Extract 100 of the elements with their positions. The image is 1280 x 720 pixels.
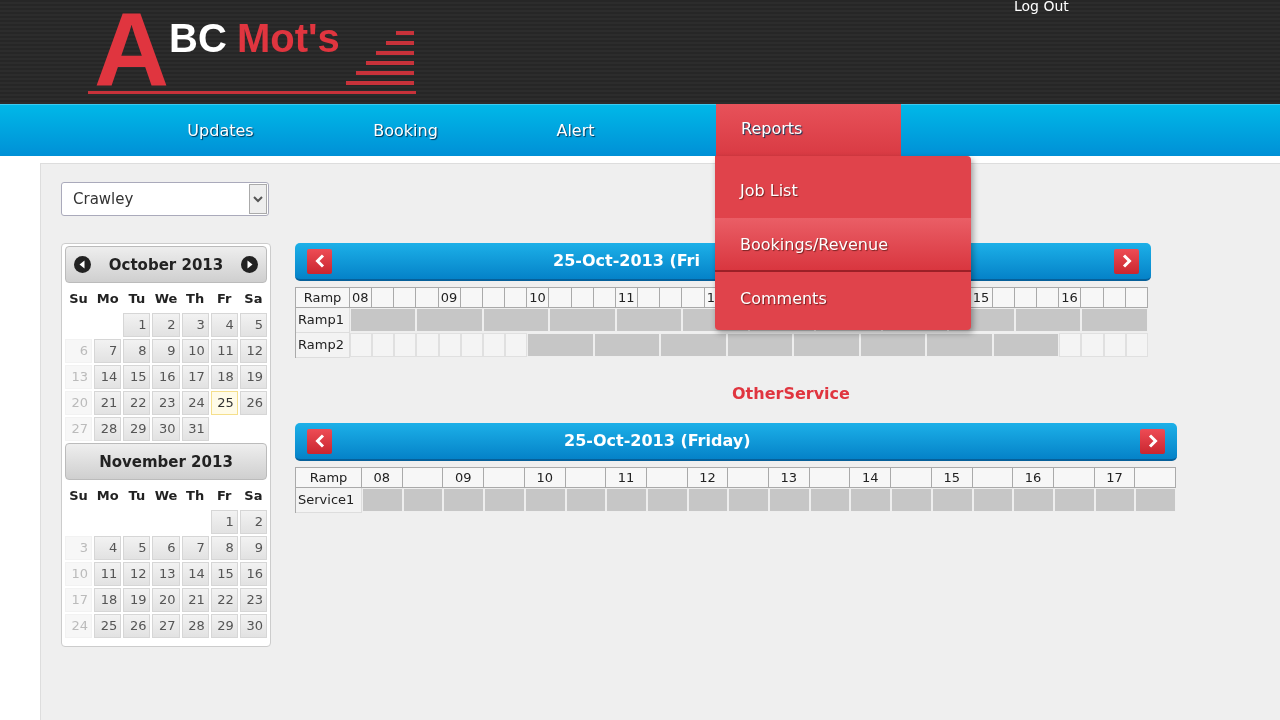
weekday-label: Th [185, 290, 206, 308]
section-heading: OtherService [732, 384, 850, 403]
calendar-day[interactable]: 4 [210, 313, 238, 337]
calendar-day[interactable]: 17 [181, 365, 209, 389]
row-header: Ramp1 [296, 308, 350, 333]
hour-header: 11 [606, 468, 647, 488]
calendar-day: 20 [65, 391, 93, 415]
calendar-day[interactable]: 29 [123, 417, 151, 441]
calendar-day[interactable]: 26 [123, 614, 151, 638]
calendar-day[interactable]: 19 [123, 588, 151, 612]
calendar-day[interactable]: 8 [210, 536, 238, 560]
calendar-day[interactable]: 14 [94, 365, 122, 389]
column-header: Ramp [296, 468, 362, 488]
hour-header: 10 [527, 288, 550, 308]
calendar-day[interactable]: 2 [239, 510, 267, 534]
weekday-label: Su [68, 290, 89, 308]
calendar-day[interactable]: 23 [152, 391, 180, 415]
calendar-day[interactable]: 29 [210, 614, 238, 638]
calendar-day[interactable]: 9 [239, 536, 267, 560]
hour-header: 08 [362, 468, 403, 488]
weekday-label: Mo [95, 290, 120, 308]
row-header: Service1 [296, 488, 362, 513]
calendar-day[interactable]: 22 [210, 588, 238, 612]
weekday-label: Su [68, 487, 89, 505]
calendar-day[interactable]: 25 [94, 614, 122, 638]
calendar-day[interactable]: 31 [181, 417, 209, 441]
month-title: October 2013 [108, 255, 224, 274]
calendar-day[interactable]: 1 [210, 510, 238, 534]
calendar-day[interactable]: 21 [94, 391, 122, 415]
calendar-day[interactable]: 16 [239, 562, 267, 586]
hour-header: 09 [438, 288, 461, 308]
nav-tab[interactable]: Reports [716, 101, 901, 156]
calendar-day: 3 [65, 536, 93, 560]
calendar-day[interactable]: 12 [123, 562, 151, 586]
calendar-day[interactable]: 30 [239, 614, 267, 638]
calendar-day[interactable]: 28 [94, 417, 122, 441]
date-title: 25-Oct-2013 (Friday) [564, 431, 751, 450]
weekday-label: We [153, 290, 179, 308]
calendar-day[interactable]: 24 [181, 391, 209, 415]
calendar-day: 6 [65, 339, 93, 363]
calendar-day[interactable]: 10 [181, 339, 209, 363]
calendar-day[interactable]: 15 [210, 562, 238, 586]
calendar-day[interactable]: 9 [152, 339, 180, 363]
calendar-day[interactable]: 15 [123, 365, 151, 389]
calendar-day[interactable]: 16 [152, 365, 180, 389]
column-header: Ramp [296, 288, 350, 308]
logo-initial: A [94, 0, 170, 99]
calendar-day[interactable]: 20 [152, 588, 180, 612]
logo-text: BC [169, 16, 227, 61]
calendar-day[interactable]: 12 [239, 339, 267, 363]
calendar-day[interactable]: 5 [123, 536, 151, 560]
calendar-day[interactable]: 30 [152, 417, 180, 441]
calendar-day[interactable]: 7 [94, 339, 122, 363]
calendar-day[interactable]: 18 [94, 588, 122, 612]
hour-header: 15 [931, 468, 973, 488]
calendar-day: 13 [65, 365, 93, 389]
calendar-day[interactable]: 25 [210, 391, 238, 415]
month-title: November 2013 [99, 452, 233, 471]
calendar-day[interactable]: 28 [181, 614, 209, 638]
calendar-day: 24 [65, 614, 93, 638]
hour-header: 15 [970, 288, 993, 308]
weekday-label: Tu [127, 487, 147, 505]
calendar-day[interactable]: 3 [181, 313, 209, 337]
calendar-day[interactable]: 18 [210, 365, 238, 389]
date-title: 25-Oct-2013 (Fri [553, 251, 700, 270]
calendar-day[interactable]: 11 [210, 339, 238, 363]
hour-header: 12 [687, 468, 729, 488]
calendar-day[interactable]: 6 [152, 536, 180, 560]
calendar-day[interactable]: 22 [123, 391, 151, 415]
calendar-day[interactable]: 13 [152, 562, 180, 586]
calendar-day: 10 [65, 562, 93, 586]
hour-header: 16 [1013, 468, 1054, 488]
hour-header: 14 [850, 468, 892, 488]
weekday-label: Sa [243, 290, 264, 308]
calendar-day[interactable]: 27 [152, 614, 180, 638]
weekday-label: Fr [216, 487, 233, 505]
calendar-day[interactable]: 26 [239, 391, 267, 415]
calendar-day[interactable]: 7 [181, 536, 209, 560]
calendar-day[interactable]: 2 [152, 313, 180, 337]
calendar-day[interactable]: 1 [123, 313, 151, 337]
branch-select[interactable]: Crawley [61, 182, 269, 216]
calendar-day[interactable]: 23 [239, 588, 267, 612]
calendar-day[interactable]: 11 [94, 562, 122, 586]
logout-link[interactable]: Log Out [1014, 0, 1069, 14]
weekday-label: We [153, 487, 179, 505]
hour-header: 09 [443, 468, 485, 488]
menu-item[interactable]: Bookings/Revenue [715, 218, 971, 272]
calendar-day[interactable]: 4 [94, 536, 122, 560]
calendar-day: 17 [65, 588, 93, 612]
calendar-day[interactable]: 21 [181, 588, 209, 612]
calendar-day[interactable]: 8 [123, 339, 151, 363]
hour-header: 08 [350, 288, 373, 308]
menu-item[interactable]: Job List [715, 164, 971, 218]
hour-header: 13 [769, 468, 810, 488]
hour-header: 11 [616, 288, 639, 308]
calendar-day[interactable]: 19 [239, 365, 267, 389]
calendar-day[interactable]: 14 [181, 562, 209, 586]
weekday-label: Fr [216, 290, 233, 308]
weekday-label: Tu [127, 290, 147, 308]
calendar-day[interactable]: 5 [239, 313, 267, 337]
